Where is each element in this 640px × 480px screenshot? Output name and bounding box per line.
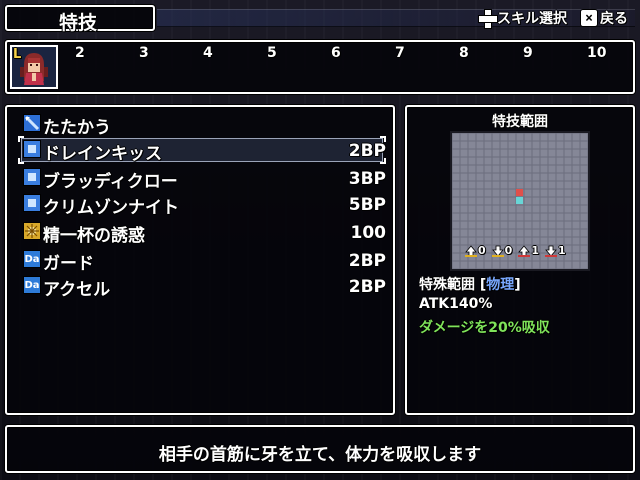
party-slot-6[interactable]: 6 [331,45,341,61]
skill-item-selected[interactable]: ドレインキッス 2BP [21,138,386,164]
skill-cost: 5BP [348,195,386,215]
skill-select-label: スキル選択 [497,11,567,27]
party-slot-9[interactable]: 9 [523,45,533,61]
page-title: 特技 [59,12,98,34]
party-slot-2[interactable]: 2 [75,45,85,61]
range-origin-cell [516,197,523,204]
da-icon: Da [23,276,41,294]
party-slot-4[interactable]: 4 [203,45,213,61]
skill-name: たたかう [43,118,111,138]
gold-burst-icon [23,222,41,240]
party-slot-7[interactable]: 7 [395,45,405,61]
skill-name: ドレインキッス [43,144,162,164]
stat-item: 1 [544,244,566,257]
close-icon: × [580,9,598,27]
skill-name: 精一杯の誘惑 [43,226,145,246]
element-tag: 物理 [486,277,515,293]
blue-square-icon [23,168,41,186]
dpad-icon [478,9,498,29]
skill-cost: 100 [350,223,387,243]
skill-range-panel: 特技範囲 0 0 1 1 特殊範囲 [物理] ATK140% ダメージを20%吸… [405,105,635,415]
blue-square-icon [23,140,41,158]
range-type: 特殊範囲 [419,277,475,293]
skill-item[interactable]: クリムゾンナイト 5BP [21,192,386,218]
title-window: 特技 [5,5,155,34]
stat-item: 0 [465,244,486,257]
skill-cost: 3BP [348,169,386,189]
skill-list: たたかう ドレインキッス 2BP ブラッディクロー 3BP クリムゾンナイト 5… [5,105,395,415]
down-arrow-red-icon [544,245,557,257]
skill-name: ブラッディクロー [43,172,178,192]
back-label: 戻る [600,11,628,27]
stat-item: 1 [518,244,539,257]
skill-name: アクセル [43,280,111,300]
down-arrow-yellow-icon [491,245,504,257]
skill-select-hint[interactable]: スキル選択 [478,8,567,29]
up-arrow-yellow-icon [465,244,477,257]
party-slot-3[interactable]: 3 [139,45,149,61]
skill-name: ガード [43,254,94,274]
skill-item[interactable]: ブラッディクロー 3BP [21,166,386,192]
skill-item[interactable]: Da ガード 2BP [21,248,386,274]
blue-square-icon [23,194,41,212]
skill-item[interactable]: Da アクセル 2BP [21,274,386,300]
skill-cost: 2BP [348,141,386,161]
party-bar: L 2 3 4 5 6 7 8 9 10 [5,40,635,94]
da-icon: Da [23,250,41,268]
range-stats: 0 0 1 1 [465,244,570,257]
range-type-line: 特殊範囲 [物理] [419,274,521,294]
stat-item: 0 [491,244,512,257]
skill-cost: 2BP [348,277,386,297]
party-slot-10[interactable]: 10 [587,45,606,61]
party-slot-5[interactable]: 5 [267,45,277,61]
back-button[interactable]: × 戻る [580,8,628,28]
description-window: 相手の首筋に牙を立て、体力を吸収します [5,425,635,473]
sword-icon [23,114,41,132]
skill-item[interactable]: 精一杯の誘惑 100 [21,220,386,246]
bracket-close: ] [514,277,521,293]
skill-item[interactable]: たたかう [21,112,381,138]
party-slot-8[interactable]: 8 [459,45,469,61]
skill-name: クリムゾンナイト [43,198,179,218]
effect-line: ダメージを20%吸収 [419,320,550,336]
atk-line: ATK140% [419,296,493,312]
up-arrow-red-icon [518,244,531,257]
range-title: 特技範囲 [492,114,548,130]
skill-cost: 2BP [348,251,386,271]
range-target-cell [516,189,523,196]
skill-description: 相手の首筋に牙を立て、体力を吸収します [158,445,482,465]
